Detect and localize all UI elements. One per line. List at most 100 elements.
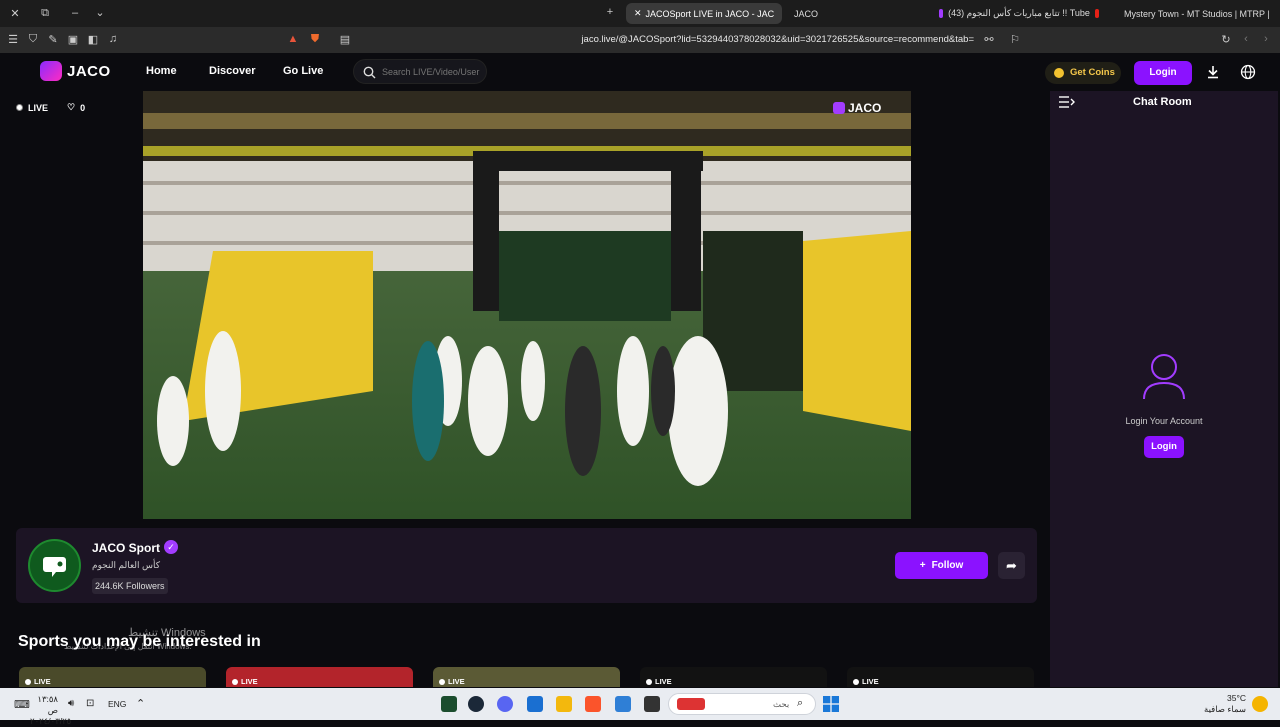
close-window-icon[interactable]: ✕ (7, 7, 23, 20)
brave-browser-icon[interactable] (585, 696, 601, 712)
like-count: 0 (80, 102, 86, 113)
download-icon[interactable] (1206, 65, 1220, 79)
tab-youtube[interactable]: (43) تتابع مباريات كأس النجوم !! Tube (926, 3, 1112, 24)
watermark-text: JACO (848, 101, 882, 115)
close-tab-icon[interactable]: ✕ (634, 8, 642, 19)
windows-start-icon[interactable] (823, 696, 839, 712)
chat-login-button[interactable]: Login (1144, 436, 1184, 458)
live-status: LIVE ♡ 0 (16, 102, 85, 113)
language-globe-icon[interactable] (1240, 64, 1256, 80)
shield-icon[interactable]: ⛉ (25, 33, 41, 46)
streamer-card: JACO Sport ✓ كأس العالم النجوم 244.6K Fo… (16, 528, 1037, 603)
sun-icon (1252, 696, 1268, 712)
browser-tab-bar: ✕ ⧉ – ⌄ + ✕ JACOSport LIVE in JACO - JAC… (0, 0, 1280, 27)
forward-icon[interactable]: › (1258, 33, 1274, 45)
site-logo[interactable]: JACO (67, 63, 111, 80)
jaco-logo-icon[interactable] (40, 61, 62, 81)
discord-icon[interactable] (497, 696, 513, 712)
keyboard-icon[interactable]: ⌨ (14, 698, 30, 711)
share-button[interactable]: ➦ (998, 552, 1025, 579)
back-icon[interactable]: ‹ (1238, 33, 1254, 45)
chevron-up-icon[interactable]: ⌃ (136, 697, 145, 710)
live-badge: LIVE (853, 677, 879, 686)
extensions-icon[interactable]: ✎ (45, 33, 61, 46)
share-link-icon[interactable]: ⚯ (981, 33, 997, 46)
verified-icon: ✓ (164, 540, 178, 554)
search-input[interactable] (382, 64, 482, 80)
brave-rewards-icon[interactable]: ▲ (285, 33, 301, 45)
section-title: Sports you may be interested in (18, 633, 261, 650)
live-label: LIVE (28, 102, 49, 113)
chat-room-panel: Chat Room Login Your Account Login (1050, 91, 1278, 687)
followers-count: 244.6K Followers (92, 578, 168, 594)
sidebar-icon[interactable]: ◧ (85, 33, 101, 46)
photos-icon[interactable] (615, 696, 631, 712)
streamer-name[interactable]: JACO Sport (92, 541, 160, 555)
get-coins-label: Get Coins (1070, 67, 1115, 78)
recommended-stream-card[interactable]: LIVE (847, 667, 1034, 687)
terminal-icon[interactable] (644, 696, 660, 712)
tab-overview-icon[interactable]: ⧉ (37, 7, 53, 20)
search-highlight-icon (677, 698, 705, 710)
follow-button[interactable]: + Follow (895, 552, 988, 579)
tab-jaco[interactable]: JACO (786, 3, 916, 24)
url-bar[interactable]: jaco.live/@JACOSport?lid=532944037802803… (320, 31, 1004, 49)
weather-desc: سماء صافية (1204, 704, 1246, 714)
live-dot-icon (16, 104, 23, 111)
follow-label: Follow (931, 560, 964, 571)
nav-discover[interactable]: Discover (209, 65, 255, 77)
tab-jaco-sport[interactable]: ✕ JACOSport LIVE in JACO - JAC (626, 3, 782, 24)
recommended-stream-card[interactable]: LIVE (226, 667, 413, 687)
user-avatar-icon (1143, 354, 1185, 400)
file-explorer-icon[interactable] (556, 696, 572, 712)
site-header: JACO Home Discover Go Live Get Coins Log… (0, 53, 1280, 91)
collapse-chat-icon[interactable] (1059, 96, 1075, 108)
music-icon[interactable]: ♫ (105, 33, 121, 45)
clock-date: ٢٠٢٤/٠٣/٢٥ (30, 716, 72, 726)
reload-icon[interactable]: ↻ (1218, 33, 1234, 46)
login-button[interactable]: Login (1134, 61, 1192, 85)
plus-icon: + (919, 560, 926, 571)
tab-label: Mystery Town - MT Studios | MTRP | (1124, 8, 1270, 19)
volume-icon[interactable]: 🔊︎ (68, 698, 74, 709)
clock[interactable]: ١٣:٥٨ ص ٢٠٢٤/٠٣/٢٥ (30, 694, 72, 727)
search-icon (363, 66, 376, 79)
os-taskbar: ⌨ ١٣:٥٨ ص ٢٠٢٤/٠٣/٢٥ 🔊︎ ⊡ ENG ⌃ بحث ⌕ 35… (0, 688, 1280, 726)
live-badge: LIVE (439, 677, 465, 686)
search-box[interactable] (353, 59, 487, 84)
jaco-watermark: JACO (833, 101, 881, 115)
login-prompt: Login Your Account (1125, 416, 1203, 426)
avatar[interactable] (28, 539, 81, 592)
tab-label: JACOSport LIVE in JACO - JAC (645, 8, 775, 19)
taskbar-search-placeholder: بحث (773, 699, 790, 709)
tab-label: (43) تتابع مباريات كأس النجوم !! Tube (948, 8, 1090, 18)
recommended-stream-card[interactable]: LIVE (19, 667, 206, 687)
weather-widget[interactable]: 35°C سماء صافية (1200, 693, 1246, 715)
get-coins-button[interactable]: Get Coins (1045, 62, 1121, 84)
new-tab-icon[interactable]: + (602, 6, 618, 18)
app-x-icon[interactable] (441, 696, 457, 712)
language-indicator[interactable]: ENG (108, 699, 126, 709)
menu-icon[interactable]: ☰ (5, 33, 21, 46)
address-toolbar: ☰ ⛉ ✎ ▣ ◧ ♫ ▲ ⛊ ▤ jaco.live/@JACOSport?l… (0, 27, 1280, 53)
network-icon[interactable]: ⊡ (86, 698, 94, 709)
heart-icon[interactable]: ♡ (67, 102, 75, 113)
nav-home[interactable]: Home (146, 65, 177, 77)
minimize-icon[interactable]: – (67, 7, 83, 19)
recommended-stream-card[interactable]: LIVE (433, 667, 620, 687)
jaco-sport-logo-icon (43, 557, 66, 577)
chevron-down-icon[interactable]: ⌄ (92, 6, 108, 19)
chat-title: Chat Room (1133, 96, 1192, 108)
share-icon: ➦ (1006, 558, 1017, 573)
video-player[interactable]: JACO (143, 91, 911, 519)
nav-go-live[interactable]: Go Live (283, 65, 323, 77)
store-icon[interactable] (527, 696, 543, 712)
taskbar-search[interactable]: بحث ⌕ (668, 693, 816, 715)
tab-mystery-town[interactable]: Mystery Town - MT Studios | MTRP | (1116, 3, 1280, 24)
steam-icon[interactable] (468, 696, 484, 712)
wallet-icon[interactable]: ▣ (65, 33, 81, 46)
url-text: jaco.live/@JACOSport?lid=532944037802803… (581, 34, 974, 45)
bookmark-icon[interactable]: ⚐ (1007, 33, 1023, 46)
search-icon: ⌕ (797, 697, 804, 709)
recommended-stream-card[interactable]: LIVE (640, 667, 827, 687)
